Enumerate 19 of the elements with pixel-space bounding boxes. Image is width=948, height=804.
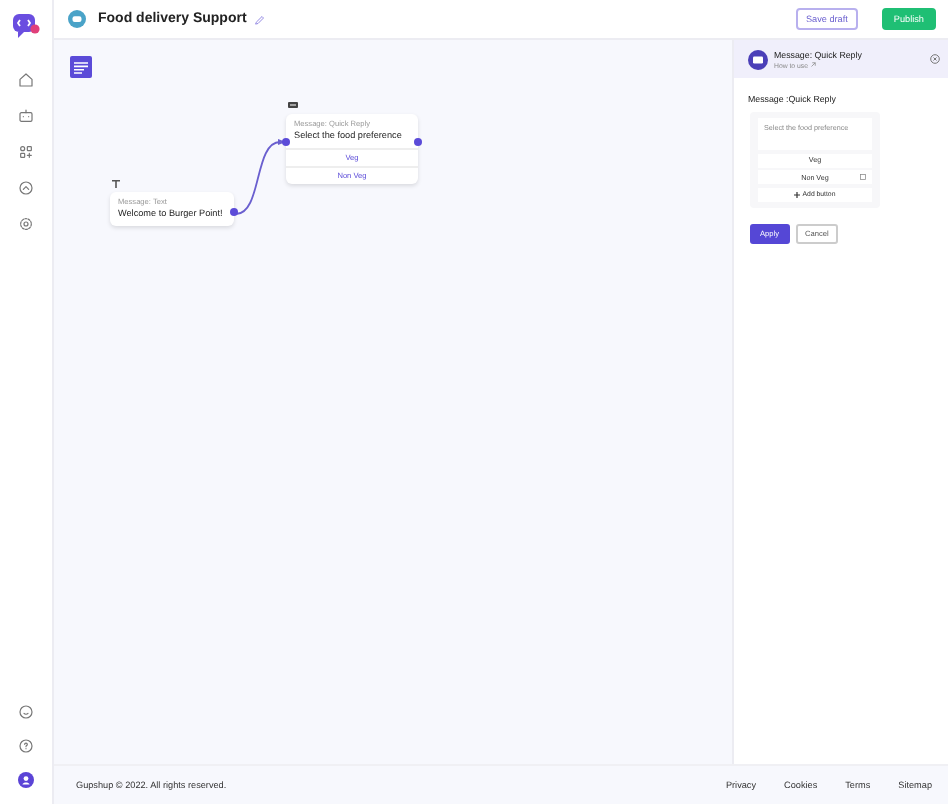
input-port[interactable]: [282, 138, 290, 146]
logo-icon[interactable]: [12, 12, 40, 40]
connector-line: [234, 138, 286, 218]
text-type-icon: [112, 180, 120, 188]
emoji-icon[interactable]: [18, 704, 34, 720]
home-icon[interactable]: [18, 72, 34, 88]
settings-icon[interactable]: [18, 216, 34, 232]
bot-avatar-icon: [68, 10, 86, 28]
quick-reply-type-icon: [288, 102, 298, 108]
quick-reply-icon: [748, 49, 768, 69]
plus-icon: [794, 191, 801, 197]
menu-button[interactable]: [70, 56, 92, 78]
help-icon[interactable]: [18, 738, 34, 754]
external-link-icon[interactable]: [809, 62, 816, 68]
bot-icon[interactable]: [18, 108, 34, 124]
avatar-icon[interactable]: [18, 772, 34, 788]
close-icon[interactable]: [930, 54, 940, 64]
output-port[interactable]: [414, 138, 422, 146]
output-port[interactable]: [230, 208, 238, 216]
